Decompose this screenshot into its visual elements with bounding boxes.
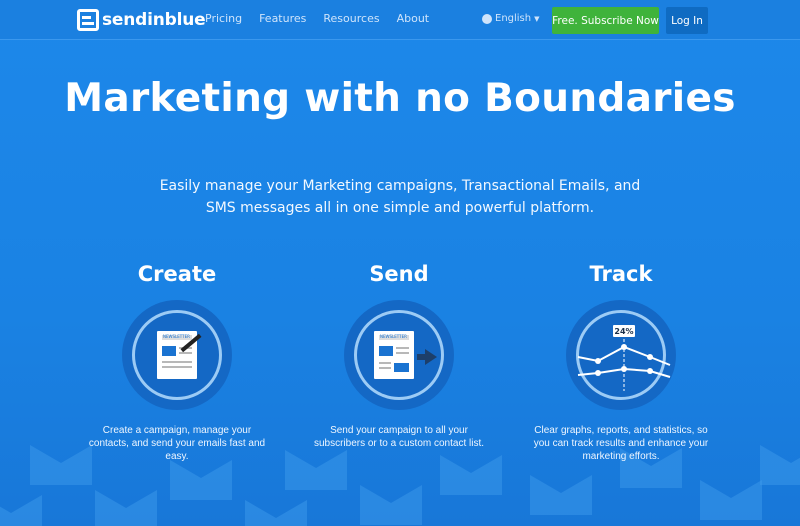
feature-title-send: Send xyxy=(369,262,429,286)
page: sendinblue Pricing Features Resources Ab… xyxy=(0,0,800,526)
graph-percent-label: 24% xyxy=(614,327,633,336)
logo-text: sendinblue xyxy=(102,10,206,30)
track-circle-ring: 24% xyxy=(576,310,671,400)
feature-title-create: Create xyxy=(137,262,217,286)
feature-send: Send NEWSLETTER Send your campaign to al… xyxy=(304,262,494,450)
create-circle: NEWSLETTER xyxy=(122,300,232,410)
feature-desc-track-line-3: marketing efforts. xyxy=(582,451,660,462)
feature-desc-create-line-3: easy. xyxy=(165,451,189,462)
nav-link-resources[interactable]: Resources xyxy=(323,12,379,25)
newsletter-doc-icon: NEWSLETTER xyxy=(157,331,197,379)
arrow-right-icon xyxy=(425,349,437,365)
send-circle-ring: NEWSLETTER xyxy=(354,310,444,400)
chevron-down-icon: ▼ xyxy=(534,14,540,23)
language-selector[interactable]: English ▼ xyxy=(482,13,540,24)
top-navbar: sendinblue Pricing Features Resources Ab… xyxy=(0,0,800,40)
send-circle: NEWSLETTER xyxy=(344,300,454,410)
feature-desc-send: Send your campaign to all your subscribe… xyxy=(304,424,494,450)
sendinblue-logo[interactable]: sendinblue xyxy=(77,8,206,32)
hero-subtitle: Easily manage your Marketing campaigns, … xyxy=(140,175,660,219)
feature-desc-send-line-1: Send your campaign to all your xyxy=(330,425,468,436)
newsletter-doc-icon: NEWSLETTER xyxy=(374,331,414,379)
globe-icon xyxy=(482,13,492,24)
newsletter-label: NEWSLETTER xyxy=(380,334,407,339)
feature-desc-create-line-1: Create a campaign, manage your xyxy=(102,425,252,436)
feature-title-track: Track xyxy=(589,262,653,286)
hero-subtitle-line-2: SMS messages all in one simple and power… xyxy=(205,200,595,216)
feature-desc-send-line-2: subscribers or to a custom contact list. xyxy=(313,438,485,449)
hero-title: Marketing with no Boundaries xyxy=(64,76,736,121)
nav-link-about[interactable]: About xyxy=(397,12,430,25)
hero-subtitle-line-1: Easily manage your Marketing campaigns, … xyxy=(159,178,641,194)
feature-create: Create NEWSLETTER Create a campaign, man… xyxy=(82,262,272,463)
nav-link-features[interactable]: Features xyxy=(259,12,306,25)
nav-links: Pricing Features Resources About xyxy=(205,12,446,25)
feature-desc-track-line-1: Clear graphs, reports, and statistics, s… xyxy=(534,425,708,436)
nav-link-pricing[interactable]: Pricing xyxy=(205,12,242,25)
newsletter-label: NEWSLETTER xyxy=(163,334,190,339)
login-button[interactable]: Log In xyxy=(666,7,708,34)
line-graph-icon: 24% xyxy=(577,325,671,391)
create-circle-ring: NEWSLETTER xyxy=(132,310,222,400)
feature-desc-create: Create a campaign, manage your contacts,… xyxy=(82,424,272,463)
feature-desc-create-line-2: contacts, and send your emails fast and xyxy=(88,438,266,449)
language-label: English xyxy=(495,13,532,24)
subscribe-button[interactable]: Free. Subscribe Now xyxy=(552,7,659,34)
feature-desc-track-line-2: you can track results and enhance your xyxy=(533,438,709,449)
track-circle: 24% xyxy=(566,300,676,410)
feature-desc-track: Clear graphs, reports, and statistics, s… xyxy=(526,424,716,463)
feature-track: Track 24% Clear graphs, reports, and sta… xyxy=(526,262,716,463)
logo-icon xyxy=(77,9,99,31)
